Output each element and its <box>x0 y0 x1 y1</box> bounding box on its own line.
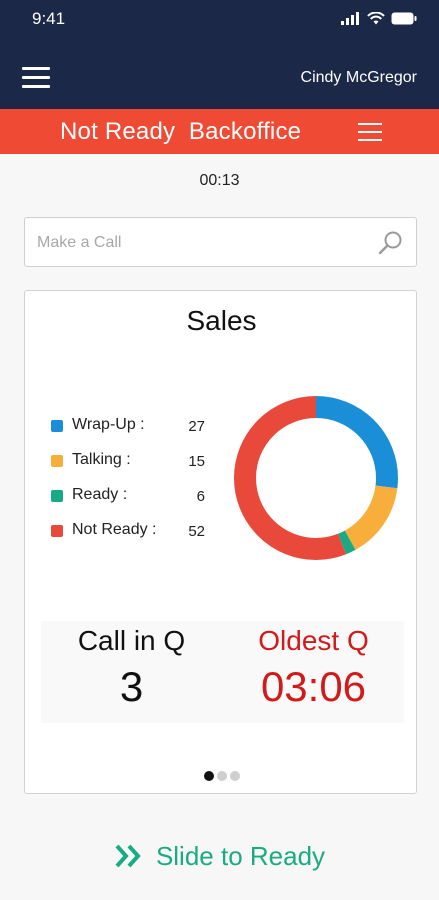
legend-swatch <box>51 455 63 467</box>
search-icon[interactable] <box>378 230 404 256</box>
page-dot[interactable] <box>216 771 227 781</box>
page-indicator[interactable] <box>25 771 418 781</box>
make-call-input[interactable] <box>37 230 367 256</box>
status-donut-chart <box>234 396 398 560</box>
page-dot[interactable] <box>203 771 214 781</box>
call-in-queue-label: Call in Q <box>77 625 186 656</box>
user-name[interactable]: Cindy McGregor <box>301 69 417 87</box>
legend-swatch <box>51 420 63 432</box>
legend-swatch <box>51 490 63 502</box>
oldest-queue-value: 03:06 <box>260 663 367 710</box>
queue-metrics: Call in Q 3 Oldest Q 03:06 <box>41 621 404 723</box>
queue-stats-card: Sales Wrap-Up : 27 Talking : 15 Ready : … <box>24 290 417 794</box>
app-header: 9:41 Cindy McGregor <box>0 0 439 109</box>
state-timer: 00:13 <box>199 172 240 189</box>
legend-label: Not Ready : <box>72 521 157 538</box>
status-legend: Wrap-Up : 27 Talking : 15 Ready : 6 Not … <box>51 413 211 553</box>
legend-value: 52 <box>188 523 205 540</box>
oldest-queue-metric: Oldest Q 03:06 <box>223 621 404 711</box>
legend-swatch <box>51 525 63 537</box>
legend-value: 6 <box>196 488 205 505</box>
queue-title: Sales <box>186 305 257 336</box>
status-time: 9:41 <box>32 9 66 28</box>
page-dot[interactable] <box>229 771 240 781</box>
slide-to-ready-button[interactable]: Slide to Ready <box>0 836 439 876</box>
hamburger-menu-icon[interactable] <box>22 67 50 89</box>
legend-value: 15 <box>188 453 205 470</box>
legend-label: Ready : <box>72 486 128 503</box>
state-menu-icon[interactable] <box>358 123 382 141</box>
double-chevron-right-icon <box>115 844 141 868</box>
legend-value: 27 <box>188 418 205 435</box>
legend-label: Wrap-Up : <box>72 416 145 433</box>
agent-state-bar[interactable]: Not Ready Backoffice <box>0 109 439 154</box>
call-in-queue-value: 3 <box>119 663 144 710</box>
legend-item-talking: Talking : 15 <box>51 448 211 483</box>
legend-item-wrap-up: Wrap-Up : 27 <box>51 413 211 448</box>
wifi-icon <box>367 12 385 25</box>
battery-icon <box>391 12 417 25</box>
status-icons <box>341 12 417 25</box>
legend-item-ready: Ready : 6 <box>51 483 211 518</box>
legend-item-not-ready: Not Ready : 52 <box>51 518 211 553</box>
oldest-queue-label: Oldest Q <box>258 625 369 656</box>
slide-to-ready-label: Slide to Ready <box>155 840 326 871</box>
legend-label: Talking : <box>72 451 131 468</box>
agent-state-label[interactable]: Not Ready Backoffice <box>60 118 301 146</box>
call-in-queue-metric: Call in Q 3 <box>41 621 222 711</box>
signal-icon <box>341 12 359 25</box>
make-call-field[interactable] <box>24 217 417 267</box>
